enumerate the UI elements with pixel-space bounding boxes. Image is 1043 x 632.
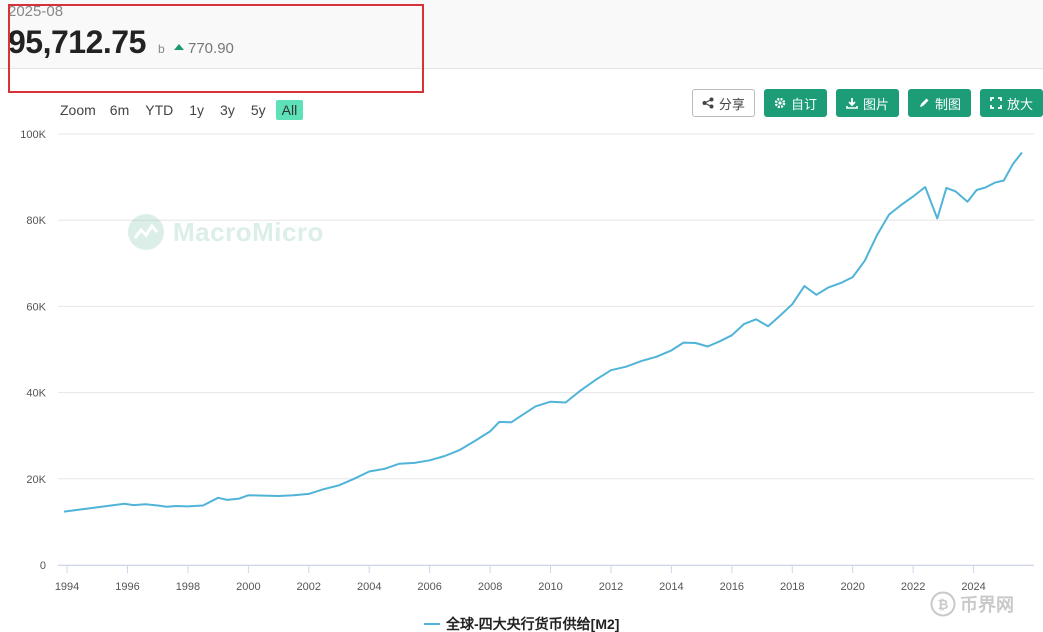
- x-tick-label: 2008: [478, 581, 502, 593]
- x-tick-label: 2020: [840, 581, 864, 593]
- y-tick-label: 100K: [20, 129, 46, 141]
- logo-text: 币界网: [960, 595, 1014, 615]
- y-tick-label: 0: [40, 560, 46, 572]
- legend-swatch: [424, 623, 440, 625]
- x-tick-label: 2014: [659, 581, 683, 593]
- x-tick-label: 2012: [599, 581, 623, 593]
- x-tick-label: 2000: [236, 581, 260, 593]
- bijiewang-logo: ₿ 币界网: [930, 591, 1014, 617]
- y-tick-label: 60K: [26, 301, 46, 313]
- series-line-m2: [63, 151, 1023, 513]
- macromicro-logo-icon: [128, 214, 164, 250]
- x-tick-label: 2022: [901, 581, 925, 593]
- m2-line-chart: 0 20K 40K 60K 80K 100K 1994 1996 1998 2000 2002 200…: [20, 129, 1034, 593]
- y-tick-label: 20K: [26, 474, 46, 486]
- x-tick-label: 2010: [538, 581, 562, 593]
- x-tick-label: 2004: [357, 581, 381, 593]
- x-tick-label: 2016: [720, 581, 744, 593]
- macromicro-watermark: MacroMicro: [127, 213, 324, 251]
- legend-label: 全球-四大央行货币供给[M2]: [446, 616, 620, 632]
- y-tick-label: 40K: [26, 388, 46, 400]
- chart-legend[interactable]: 全球-四大央行货币供给[M2]: [424, 614, 619, 632]
- x-tick-label: 2018: [780, 581, 804, 593]
- x-tick-label: 2002: [297, 581, 321, 593]
- x-tick-label: 2006: [417, 581, 441, 593]
- svg-text:₿: ₿: [938, 598, 949, 613]
- x-tick-label: 1998: [176, 581, 200, 593]
- x-tick-label: 1996: [115, 581, 139, 593]
- bitcoin-coin-icon: ₿: [930, 591, 956, 617]
- y-tick-label: 80K: [26, 215, 46, 227]
- watermark-text: MacroMicro: [173, 216, 324, 247]
- x-tick-label: 1994: [55, 581, 79, 593]
